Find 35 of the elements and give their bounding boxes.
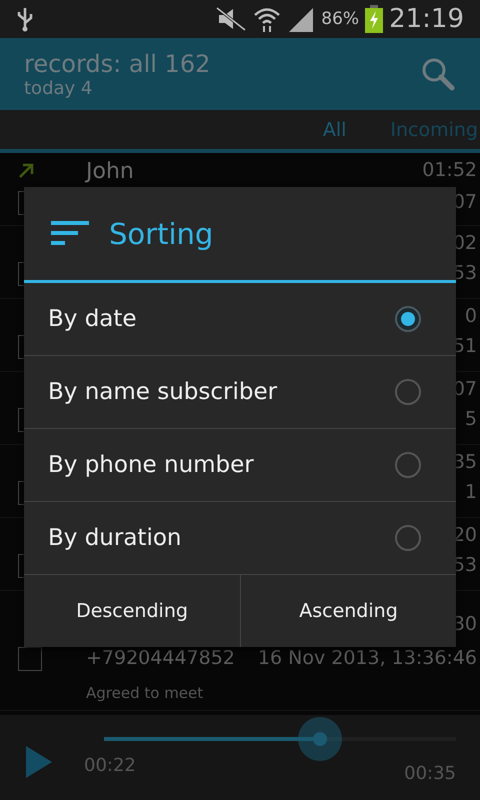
sort-icon xyxy=(51,220,91,246)
call-date: 5 xyxy=(464,408,477,432)
radio-button[interactable] xyxy=(395,452,421,478)
battery-percent: 86% xyxy=(321,9,360,29)
sort-option[interactable]: By phone number xyxy=(24,429,456,502)
call-duration: 01:52 xyxy=(422,159,477,183)
order-button[interactable]: Descending xyxy=(24,575,240,647)
wifi-icon xyxy=(253,6,282,32)
call-date: 1 xyxy=(464,481,477,505)
sort-option[interactable]: By name subscriber xyxy=(24,356,456,429)
battery-charging-icon xyxy=(365,5,384,33)
usb-icon xyxy=(16,6,34,32)
radio-button[interactable] xyxy=(395,525,421,551)
slider-thumb[interactable] xyxy=(298,717,342,761)
records-count: records: all 162 xyxy=(24,50,212,78)
arrow-icon xyxy=(18,163,34,179)
search-icon[interactable] xyxy=(420,56,456,92)
call-date: 16 Nov 2013, 13:36:46 xyxy=(258,647,477,672)
sort-option[interactable]: By date xyxy=(24,283,456,356)
call-duration: 0 xyxy=(464,305,477,329)
today-count: today 4 xyxy=(24,78,94,98)
call-note: Agreed to meet xyxy=(86,684,204,704)
dialog-title: Sorting xyxy=(109,216,214,250)
checkbox[interactable] xyxy=(18,647,42,672)
play-icon[interactable] xyxy=(24,744,54,778)
elapsed-time: 00:22 xyxy=(84,755,136,778)
radio-button[interactable] xyxy=(395,379,421,405)
contact-name: John xyxy=(86,159,135,186)
clock: 21:19 xyxy=(389,4,464,34)
signal-icon xyxy=(287,6,316,32)
total-time: 00:35 xyxy=(404,763,456,784)
phone-number: +79204447852 xyxy=(86,647,236,672)
mute-icon xyxy=(215,6,248,32)
radio-button[interactable] xyxy=(395,306,421,332)
order-button[interactable]: Ascending xyxy=(240,575,456,647)
